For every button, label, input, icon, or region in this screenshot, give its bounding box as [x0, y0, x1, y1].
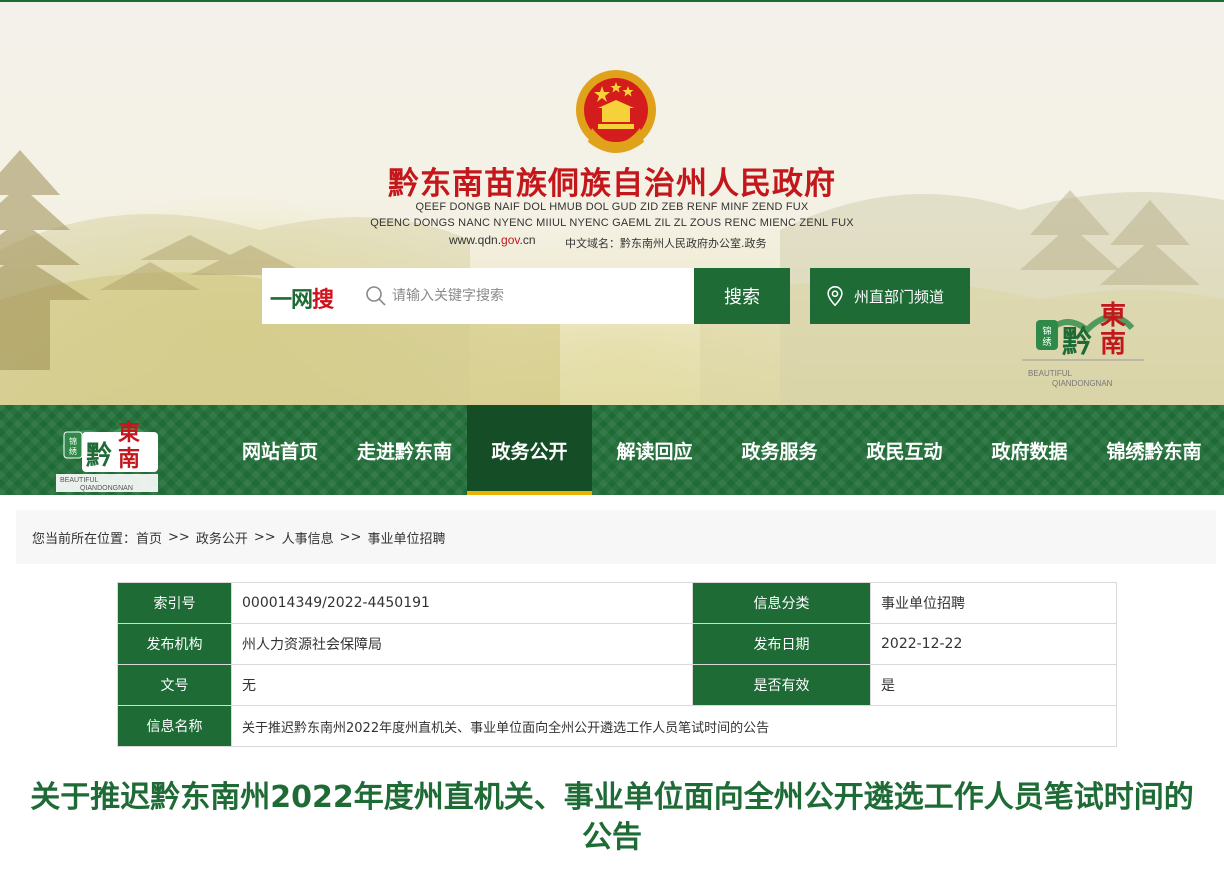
- index-value: 000014349/2022-4450191: [231, 582, 693, 624]
- nav-item-gov-affairs[interactable]: 政务公开: [467, 405, 592, 495]
- org-value: 州人力资源社会保障局: [231, 623, 693, 665]
- category-value: 事业单位招聘: [870, 582, 1117, 624]
- breadcrumb-item-personnel[interactable]: 人事信息: [282, 528, 334, 547]
- site-subtitle-dong: QEENC DONGS NANC NYENC MIIUL NYENC GAEML…: [370, 217, 854, 229]
- location-pin-icon: [827, 286, 843, 307]
- search-button[interactable]: 搜索: [694, 268, 790, 324]
- nav-logo-en-1: BEAUTIFUL: [60, 477, 99, 484]
- table-row: 文号 无 是否有效 是: [117, 664, 1117, 706]
- nav-item-about[interactable]: 走进黔东南: [342, 405, 467, 495]
- nav-logo[interactable]: 锦 绣 黔 東 南 BEAUTIFUL QIANDONGNAN: [50, 410, 162, 494]
- dept-channel-label: 州直部门频道: [854, 287, 945, 306]
- logo-en-2: QIANDONGNAN: [1052, 379, 1113, 388]
- site-domain[interactable]: www.qdn.gov.cn: [449, 233, 536, 247]
- search-input[interactable]: [392, 280, 682, 312]
- site-title: 黔东南苗族侗族自治州人民政府: [388, 166, 836, 202]
- logo-char-dong: 東: [1100, 301, 1126, 331]
- breadcrumb-item-gov-affairs[interactable]: 政务公开: [196, 528, 248, 547]
- nav-item-interaction[interactable]: 政民互动: [842, 405, 967, 495]
- docno-value: 无: [231, 664, 693, 706]
- org-label: 发布机构: [117, 623, 232, 665]
- valid-value: 是: [870, 664, 1117, 706]
- header-banner: 黔东南苗族侗族自治州人民政府 QEEF DONGB NAIF DOL HMUB …: [0, 0, 1224, 405]
- breadcrumb-separator: >>: [339, 529, 362, 545]
- search-box: 一网搜: [262, 268, 694, 324]
- logo-side-text-2: 绣: [1042, 336, 1051, 348]
- nav-item-home[interactable]: 网站首页: [218, 405, 342, 495]
- nav-item-interpretation[interactable]: 解读回应: [592, 405, 717, 495]
- nav-item-scenic[interactable]: 锦绣黔东南: [1092, 405, 1216, 495]
- search-icon: [366, 286, 386, 306]
- logo-char-qian: 黔: [1062, 325, 1092, 360]
- domain-prefix: www.qdn.: [449, 233, 502, 247]
- table-row: 索引号 000014349/2022-4450191 信息分类 事业单位招聘: [117, 582, 1117, 624]
- valid-label: 是否有效: [692, 664, 871, 706]
- index-label: 索引号: [117, 582, 232, 624]
- search-brand-prefix: 一网: [270, 288, 313, 313]
- logo-side-text-1: 锦: [1042, 325, 1051, 337]
- name-value: 关于推迟黔东南州2022年度州直机关、事业单位面向全州公开遴选工作人员笔试时间的…: [231, 705, 1117, 747]
- breadcrumb-item-recruitment[interactable]: 事业单位招聘: [367, 528, 445, 547]
- search-brand: 一网搜: [270, 282, 334, 314]
- logo-en-1: BEAUTIFUL: [1028, 369, 1073, 378]
- date-label: 发布日期: [692, 623, 871, 665]
- nav-logo-side-2: 绣: [69, 446, 77, 456]
- search-brand-highlight: 搜: [312, 288, 334, 313]
- docno-label: 文号: [117, 664, 232, 706]
- table-row: 信息名称 关于推迟黔东南州2022年度州直机关、事业单位面向全州公开遴选工作人员…: [117, 705, 1117, 747]
- breadcrumb-item-home[interactable]: 首页: [136, 528, 162, 547]
- breadcrumb-prefix: 您当前所在位置：: [32, 531, 137, 547]
- nav-logo-char-dong: 東: [118, 421, 140, 446]
- breadcrumb-separator: >>: [168, 529, 190, 545]
- name-label: 信息名称: [117, 705, 232, 747]
- site-cn-domain: 中文域名：黔东南州人民政府办公室.政务: [565, 237, 767, 250]
- info-table: 索引号 000014349/2022-4450191 信息分类 事业单位招聘 发…: [117, 582, 1117, 747]
- site-subtitle-miao: QEEF DONGB NAIF DOL HMUB DOL GUD ZID ZEB…: [415, 201, 809, 213]
- nav-item-services[interactable]: 政务服务: [717, 405, 842, 495]
- article-title: 关于推迟黔东南州2022年度州直机关、事业单位面向全州公开遴选工作人员笔试时间的…: [30, 780, 1194, 855]
- dept-channel-button[interactable]: 州直部门频道: [810, 268, 970, 324]
- national-emblem-icon: [576, 70, 656, 153]
- nav-logo-en-2: QIANDONGNAN: [80, 485, 133, 492]
- date-value: 2022-12-22: [870, 623, 1117, 665]
- nav-logo-char-qian: 黔: [86, 440, 112, 471]
- nav-logo-char-nan: 南: [118, 447, 140, 472]
- qiandongnan-logo: 锦 绣 黔 東 南 BEAUTIFUL QIANDONGNAN: [1022, 301, 1144, 388]
- logo-char-nan: 南: [1100, 329, 1126, 359]
- category-label: 信息分类: [692, 582, 871, 624]
- domain-gov: gov: [501, 233, 520, 247]
- breadcrumb-separator: >>: [253, 529, 276, 545]
- breadcrumb: 您当前所在位置： 首页 >> 政务公开 >> 人事信息 >> 事业单位招聘: [16, 510, 1216, 564]
- domain-suffix: .cn: [519, 233, 536, 247]
- table-row: 发布机构 州人力资源社会保障局 发布日期 2022-12-22: [117, 623, 1117, 665]
- nav-logo-side-1: 锦: [69, 436, 77, 446]
- nav-item-data[interactable]: 政府数据: [967, 405, 1092, 495]
